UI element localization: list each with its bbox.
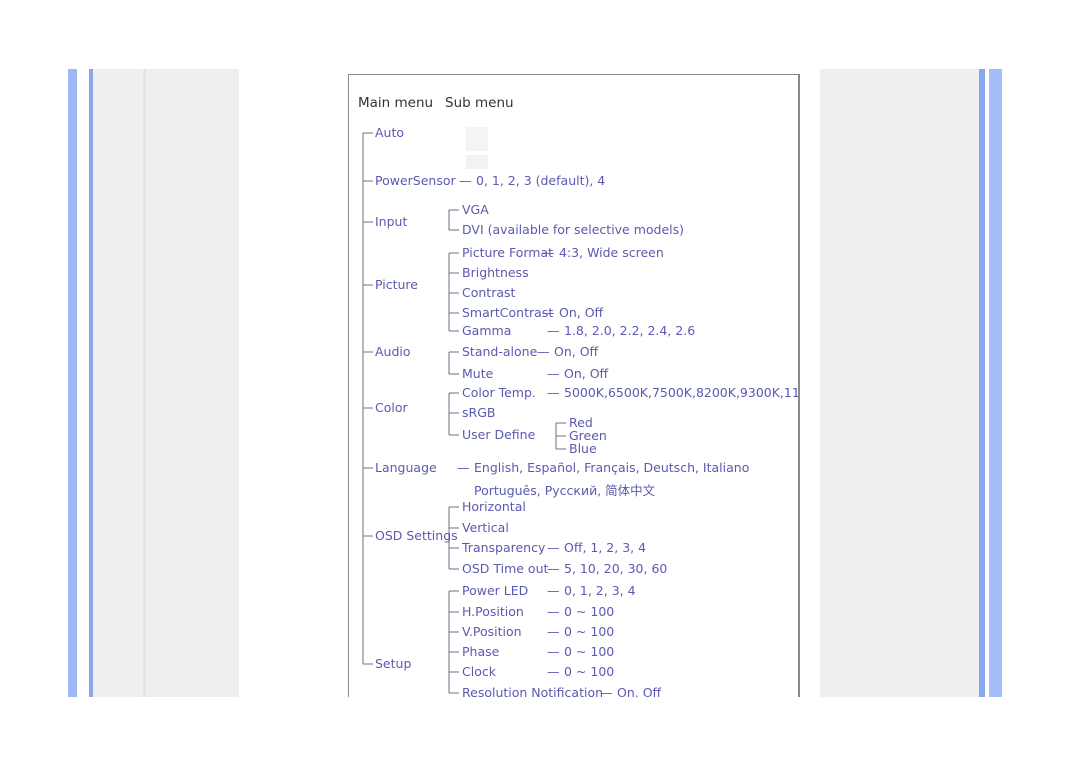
dash-resolution-notification: — bbox=[600, 685, 613, 698]
dash-smartcontrast: — bbox=[542, 305, 555, 320]
submenu-item-v-position[interactable]: V.Position bbox=[462, 625, 522, 639]
right-sidebar-panel bbox=[820, 69, 979, 697]
left-accent-bar-outer bbox=[68, 69, 77, 697]
submenu-item-power-led[interactable]: Power LED bbox=[462, 584, 528, 598]
submenu-item-user-define[interactable]: User Define bbox=[462, 428, 535, 442]
submenu-item-osd-time-out[interactable]: OSD Time out bbox=[462, 562, 548, 576]
menu-item-setup[interactable]: Setup bbox=[375, 657, 411, 671]
submenu-item-clock[interactable]: Clock bbox=[462, 665, 496, 679]
submenu-item-resolution-notification[interactable]: Resolution Notification bbox=[462, 686, 603, 698]
menu-item-input[interactable]: Input bbox=[375, 215, 407, 229]
menu-item-audio[interactable]: Audio bbox=[375, 345, 411, 359]
submenu-item-mute[interactable]: Mute bbox=[462, 367, 493, 381]
dash-picture-format: — bbox=[542, 245, 555, 260]
submenu-item-h-position[interactable]: H.Position bbox=[462, 605, 524, 619]
submenu-item-smartcontrast[interactable]: SmartContrast bbox=[462, 306, 553, 320]
values-smartcontrast: On, Off bbox=[559, 305, 604, 320]
values-language-line1: English, Español, Français, Deutsch, Ita… bbox=[474, 460, 750, 475]
menu-item-color[interactable]: Color bbox=[375, 401, 408, 415]
menu-item-language[interactable]: Language bbox=[375, 461, 437, 475]
values-language-line2: Português, Русский, 简体中文 bbox=[474, 483, 656, 498]
submenu-item-phase[interactable]: Phase bbox=[462, 645, 499, 659]
dash-powersensor: — bbox=[459, 173, 472, 188]
values-v-position: 0 ~ 100 bbox=[564, 624, 615, 639]
dash-language: — bbox=[457, 460, 470, 475]
dash-power-led: — bbox=[547, 583, 560, 598]
dash-v-position: — bbox=[547, 624, 560, 639]
menu-item-picture[interactable]: Picture bbox=[375, 278, 418, 292]
values-mute: On, Off bbox=[564, 366, 609, 381]
dash-stand-alone: — bbox=[537, 344, 550, 359]
submenu-item-brightness[interactable]: Brightness bbox=[462, 266, 529, 280]
values-stand-alone: On, Off bbox=[554, 344, 599, 359]
submenu-item-horizontal[interactable]: Horizontal bbox=[462, 500, 526, 514]
submenu-item-picture-format[interactable]: Picture Format bbox=[462, 246, 553, 260]
right-accent-bar-outer bbox=[989, 69, 1002, 697]
menu-item-osd-settings[interactable]: OSD Settings bbox=[375, 529, 458, 543]
values-color-temp: 5000K,6500K,7500K,8200K,9300K,11500K bbox=[564, 385, 800, 400]
submenu-item-vga[interactable]: VGA bbox=[462, 203, 489, 217]
submenu-item-transparency[interactable]: Transparency bbox=[462, 541, 545, 555]
dash-gamma: — bbox=[547, 323, 560, 338]
values-power-led: 0, 1, 2, 3, 4 bbox=[564, 583, 636, 598]
values-h-position: 0 ~ 100 bbox=[564, 604, 615, 619]
dash-h-position: — bbox=[547, 604, 560, 619]
submenu-item-dvi[interactable]: DVI (available for selective models) bbox=[462, 223, 684, 237]
values-transparency: Off, 1, 2, 3, 4 bbox=[564, 540, 647, 555]
values-osd-time-out: 5, 10, 20, 30, 60 bbox=[564, 561, 668, 576]
dash-osd-time-out: — bbox=[547, 561, 560, 576]
dash-mute: — bbox=[547, 366, 560, 381]
dash-clock: — bbox=[547, 664, 560, 679]
values-picture-format: 4:3, Wide screen bbox=[559, 245, 664, 260]
dash-transparency: — bbox=[547, 540, 560, 555]
submenu-item-contrast[interactable]: Contrast bbox=[462, 286, 515, 300]
values-phase: 0 ~ 100 bbox=[564, 644, 615, 659]
osd-menu-tree-box: Main menu Sub menu Auto PowerSensor — 0,… bbox=[348, 74, 800, 697]
menu-item-powersensor[interactable]: PowerSensor bbox=[375, 174, 456, 188]
submenu-item-srgb[interactable]: sRGB bbox=[462, 406, 495, 420]
submenu-item-gamma[interactable]: Gamma bbox=[462, 324, 511, 338]
values-gamma: 1.8, 2.0, 2.2, 2.4, 2.6 bbox=[564, 323, 696, 338]
dash-color-temp: — bbox=[547, 385, 560, 400]
left-sidebar-panel-a bbox=[93, 69, 143, 697]
values-resolution-notification: On, Off bbox=[617, 685, 662, 698]
submenu-item-color-temp[interactable]: Color Temp. bbox=[462, 386, 536, 400]
option-blue[interactable]: Blue bbox=[569, 442, 597, 456]
left-gap bbox=[77, 69, 89, 697]
dash-phase: — bbox=[547, 644, 560, 659]
left-sidebar-panel-b bbox=[146, 69, 239, 697]
values-powersensor: 0, 1, 2, 3 (default), 4 bbox=[476, 173, 606, 188]
menu-tree: Auto PowerSensor — 0, 1, 2, 3 (default),… bbox=[349, 75, 800, 698]
submenu-item-vertical[interactable]: Vertical bbox=[462, 521, 509, 535]
menu-item-auto[interactable]: Auto bbox=[375, 126, 404, 140]
submenu-item-stand-alone[interactable]: Stand-alone bbox=[462, 345, 537, 359]
values-clock: 0 ~ 100 bbox=[564, 664, 615, 679]
